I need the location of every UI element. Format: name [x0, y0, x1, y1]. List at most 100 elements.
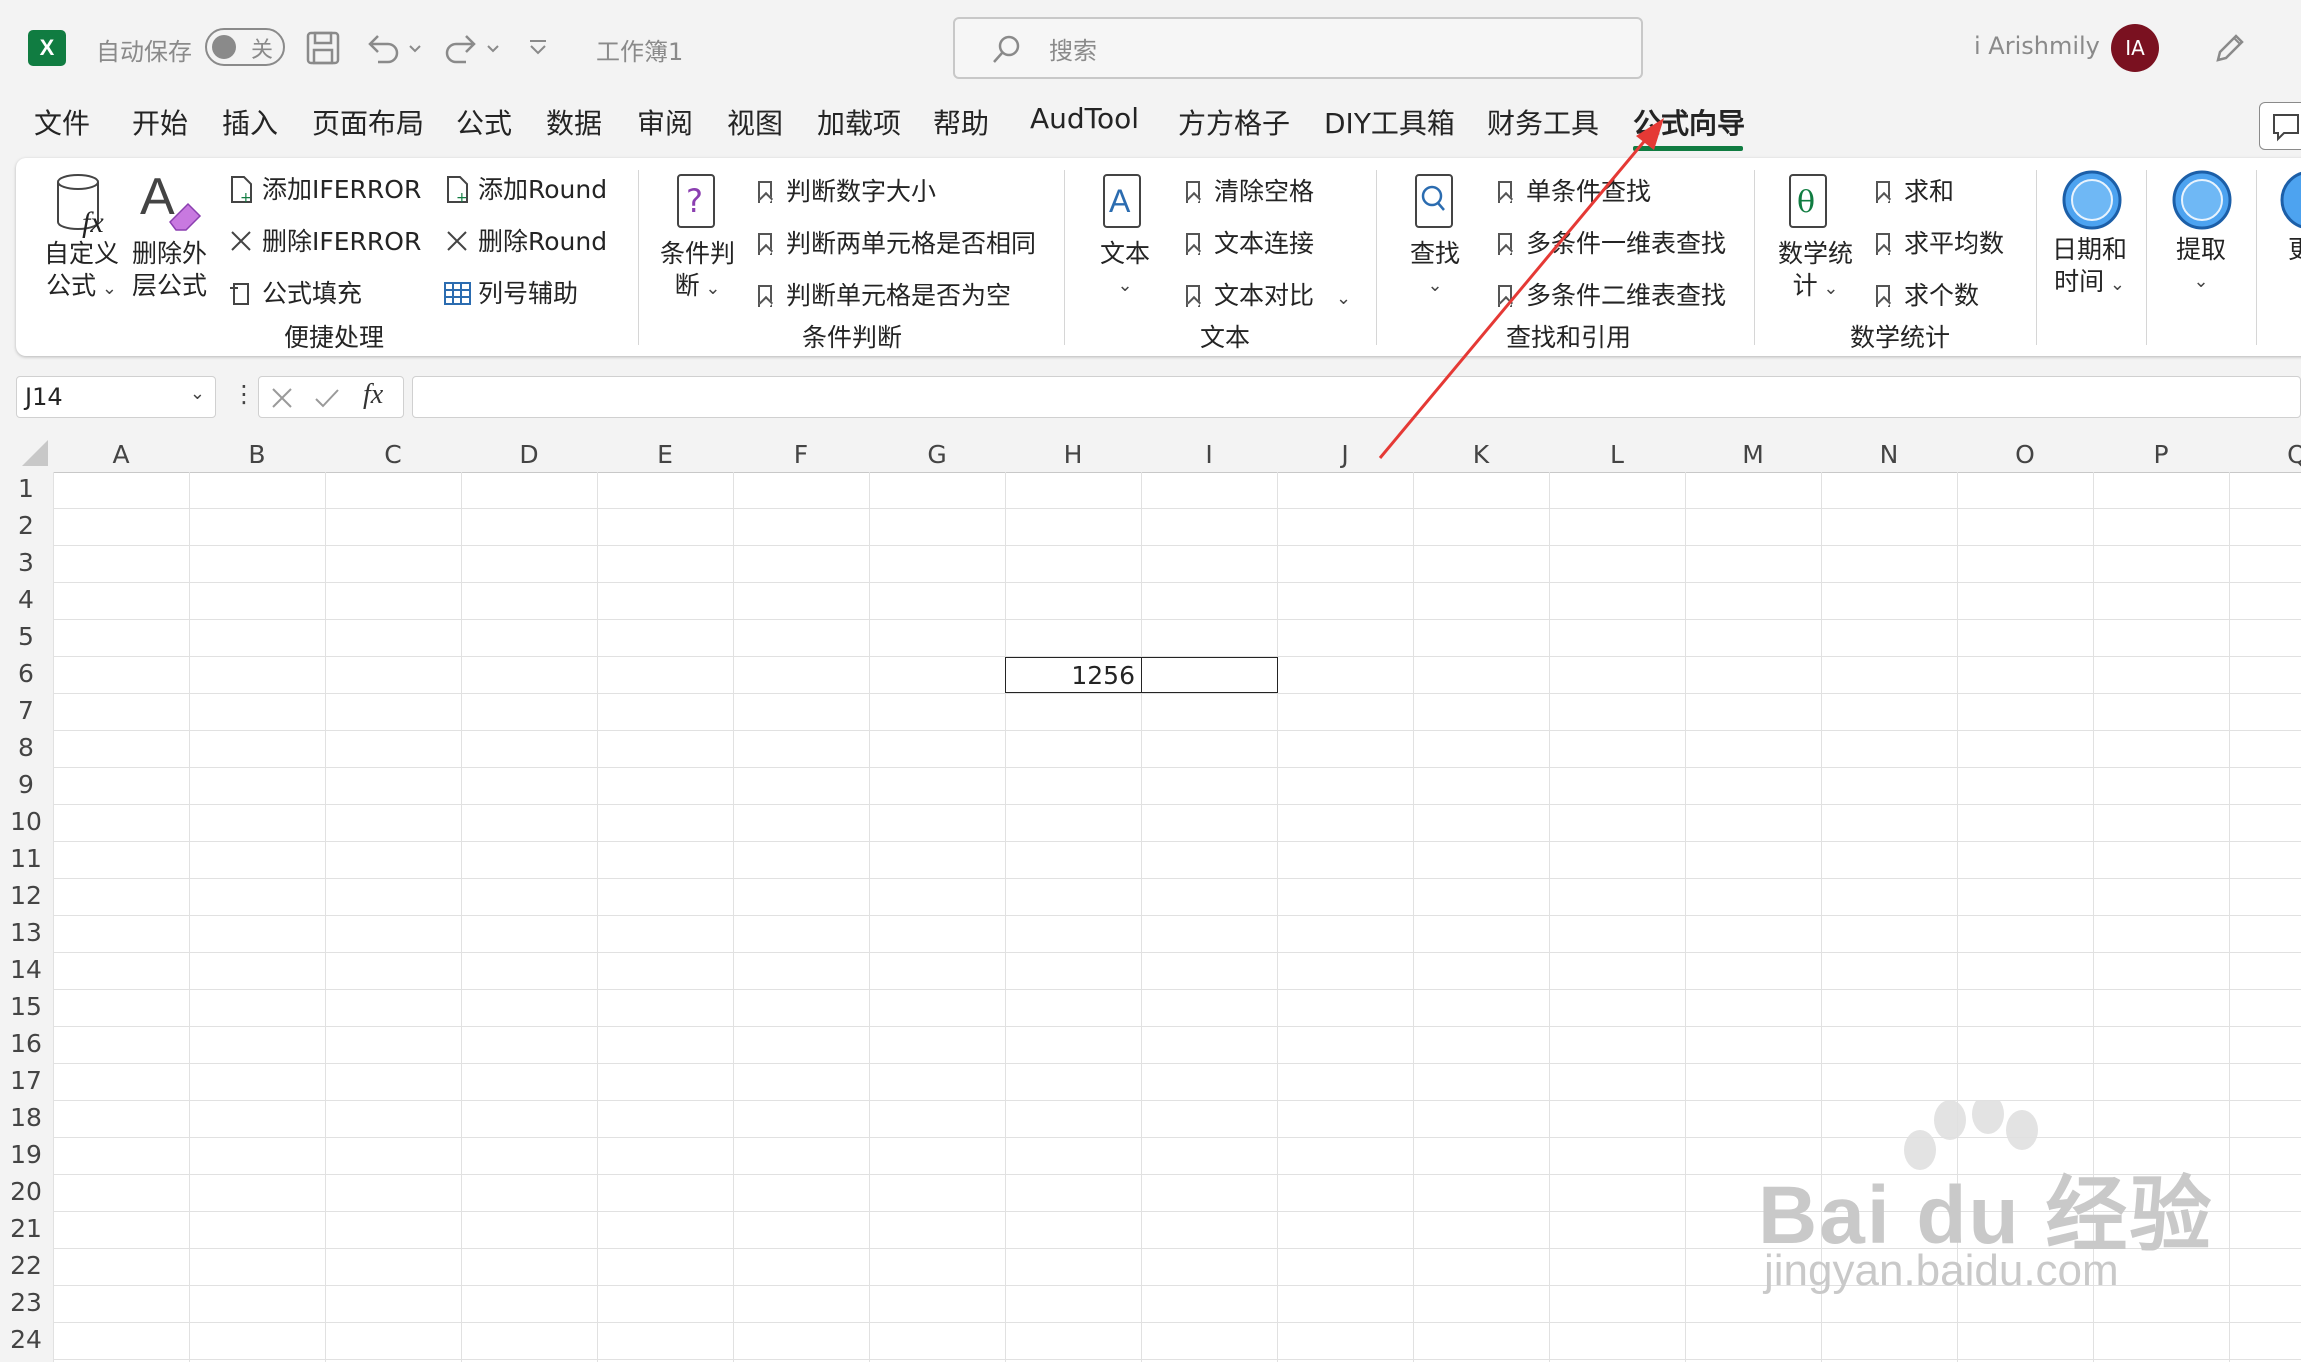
row-header-8[interactable]: 8 [0, 733, 52, 762]
condition-judge-button[interactable]: 条件判 断 ⌄ [660, 238, 735, 305]
ribbon-separator [1754, 170, 1755, 345]
row-header-7[interactable]: 7 [0, 696, 52, 725]
text-concat-button[interactable]: 文本连接 [1186, 224, 1314, 260]
column-header-g[interactable]: G [869, 440, 1005, 469]
text-button[interactable]: 文本 ⌄ [1100, 238, 1150, 302]
avatar[interactable]: IA [2111, 24, 2159, 72]
tab-insert[interactable]: 插入 [222, 102, 278, 142]
add-round-button[interactable]: + 添加Round [442, 170, 607, 206]
row-header-17[interactable]: 17 [0, 1066, 52, 1095]
tab-audtool[interactable]: AudTool [1030, 102, 1139, 135]
tab-help[interactable]: 帮助 [933, 102, 989, 142]
row-header-24[interactable]: 24 [0, 1325, 52, 1354]
sum-label: 求和 [1904, 177, 1955, 206]
bookmark-icon [1186, 181, 1200, 203]
formula-input[interactable] [412, 376, 2301, 418]
row-header-16[interactable]: 16 [0, 1029, 52, 1058]
count-button[interactable]: 求个数 [1876, 276, 1979, 312]
row-header-21[interactable]: 21 [0, 1214, 52, 1243]
row-header-2[interactable]: 2 [0, 511, 52, 540]
row-header-5[interactable]: 5 [0, 622, 52, 651]
judge-number-size-button[interactable]: 判断数字大小 [758, 172, 936, 208]
tab-formulas[interactable]: 公式 [456, 102, 512, 142]
tab-data[interactable]: 数据 [546, 102, 602, 142]
column-header-f[interactable]: F [733, 440, 869, 469]
column-header-n[interactable]: N [1821, 440, 1957, 469]
row-header-4[interactable]: 4 [0, 585, 52, 614]
judge-cell-empty-button[interactable]: 判断单元格是否为空 [758, 276, 1011, 312]
chevron-down-icon: ⌄ [699, 278, 721, 299]
tab-home[interactable]: 开始 [132, 102, 188, 142]
column-helper-button[interactable]: 列号辅助 [442, 274, 578, 310]
remove-outer-formula-button[interactable]: 删除外 层公式 [132, 238, 207, 302]
tab-addins[interactable]: 加载项 [817, 102, 901, 142]
column-header-o[interactable]: O [1957, 440, 2093, 469]
autosave-toggle[interactable]: 关 [205, 28, 285, 66]
column-header-e[interactable]: E [597, 440, 733, 469]
row-header-15[interactable]: 15 [0, 992, 52, 1021]
cell-i6[interactable] [1141, 657, 1278, 693]
column-header-b[interactable]: B [189, 440, 325, 469]
select-all-icon[interactable] [18, 438, 50, 468]
clear-spaces-button[interactable]: 清除空格 [1186, 172, 1314, 208]
row-header-19[interactable]: 19 [0, 1140, 52, 1169]
chevron-down-icon[interactable]: ⌄ [190, 383, 205, 404]
chevron-down-icon: ⌄ [2193, 271, 2209, 292]
column-header-c[interactable]: C [325, 440, 461, 469]
cell-h6[interactable]: 1256 [1005, 657, 1142, 693]
tab-review[interactable]: 审阅 [637, 102, 693, 142]
row-header-9[interactable]: 9 [0, 770, 52, 799]
row-header-22[interactable]: 22 [0, 1251, 52, 1280]
row-header-20[interactable]: 20 [0, 1177, 52, 1206]
delete-iferror-button[interactable]: 删除IFERROR [226, 222, 421, 258]
row-header-13[interactable]: 13 [0, 918, 52, 947]
formula-buttons: fx [258, 376, 404, 418]
more-options-icon[interactable]: ⋮ [232, 380, 256, 408]
confirm-icon[interactable] [313, 385, 341, 411]
row-header-1[interactable]: 1 [0, 474, 52, 503]
custom-formula-line1: 自定义 [44, 239, 120, 268]
redo-icon[interactable] [442, 30, 502, 66]
formula-fill-button[interactable]: 公式填充 [226, 274, 362, 310]
customize-toolbar-icon[interactable] [526, 36, 550, 60]
column-header-d[interactable]: D [461, 440, 597, 469]
row-header-14[interactable]: 14 [0, 955, 52, 984]
column-header-i[interactable]: I [1141, 440, 1277, 469]
math-stats-button[interactable]: 数学统 计 ⌄ [1778, 238, 1853, 305]
search-box[interactable]: 搜索 [953, 17, 1643, 79]
column-header-h[interactable]: H [1005, 440, 1141, 469]
row-header-23[interactable]: 23 [0, 1288, 52, 1317]
column-header-q[interactable]: Q [2229, 440, 2301, 469]
more-button[interactable]: 更 [2288, 234, 2301, 266]
tab-file[interactable]: 文件 [34, 102, 90, 142]
row-header-6[interactable]: 6 [0, 659, 52, 688]
extract-button[interactable]: 提取 ⌄ [2176, 234, 2226, 298]
comments-button[interactable] [2259, 102, 2301, 150]
undo-icon[interactable] [364, 30, 424, 66]
row-header-3[interactable]: 3 [0, 548, 52, 577]
add-iferror-button[interactable]: + 添加IFERROR [226, 170, 421, 206]
insert-function-icon[interactable]: fx [363, 379, 383, 411]
tab-fangfang[interactable]: 方方格子 [1178, 102, 1290, 142]
row-header-10[interactable]: 10 [0, 807, 52, 836]
judge-cells-same-button[interactable]: 判断两单元格是否相同 [758, 224, 1036, 260]
column-header-a[interactable]: A [53, 440, 189, 469]
row-header-11[interactable]: 11 [0, 844, 52, 873]
sum-button[interactable]: 求和 [1876, 172, 1954, 208]
tab-page-layout[interactable]: 页面布局 [312, 102, 424, 142]
average-button[interactable]: 求平均数 [1876, 224, 2004, 260]
save-icon[interactable] [305, 30, 341, 66]
row-header-18[interactable]: 18 [0, 1103, 52, 1132]
designer-icon[interactable] [2210, 28, 2250, 68]
row-header-12[interactable]: 12 [0, 881, 52, 910]
column-header-p[interactable]: P [2093, 440, 2229, 469]
column-header-m[interactable]: M [1685, 440, 1821, 469]
text-compare-button[interactable]: 文本对比 ⌄ [1186, 276, 1351, 312]
custom-formula-button[interactable]: 自定义 公式 ⌄ [44, 238, 119, 305]
text-book-icon: A [1103, 174, 1141, 228]
date-time-button[interactable]: 日期和 时间 ⌄ [2052, 234, 2127, 301]
name-box[interactable]: J14 ⌄ [16, 376, 216, 418]
tab-view[interactable]: 视图 [727, 102, 783, 142]
delete-round-button[interactable]: 删除Round [442, 222, 607, 258]
cancel-icon[interactable] [269, 385, 295, 411]
